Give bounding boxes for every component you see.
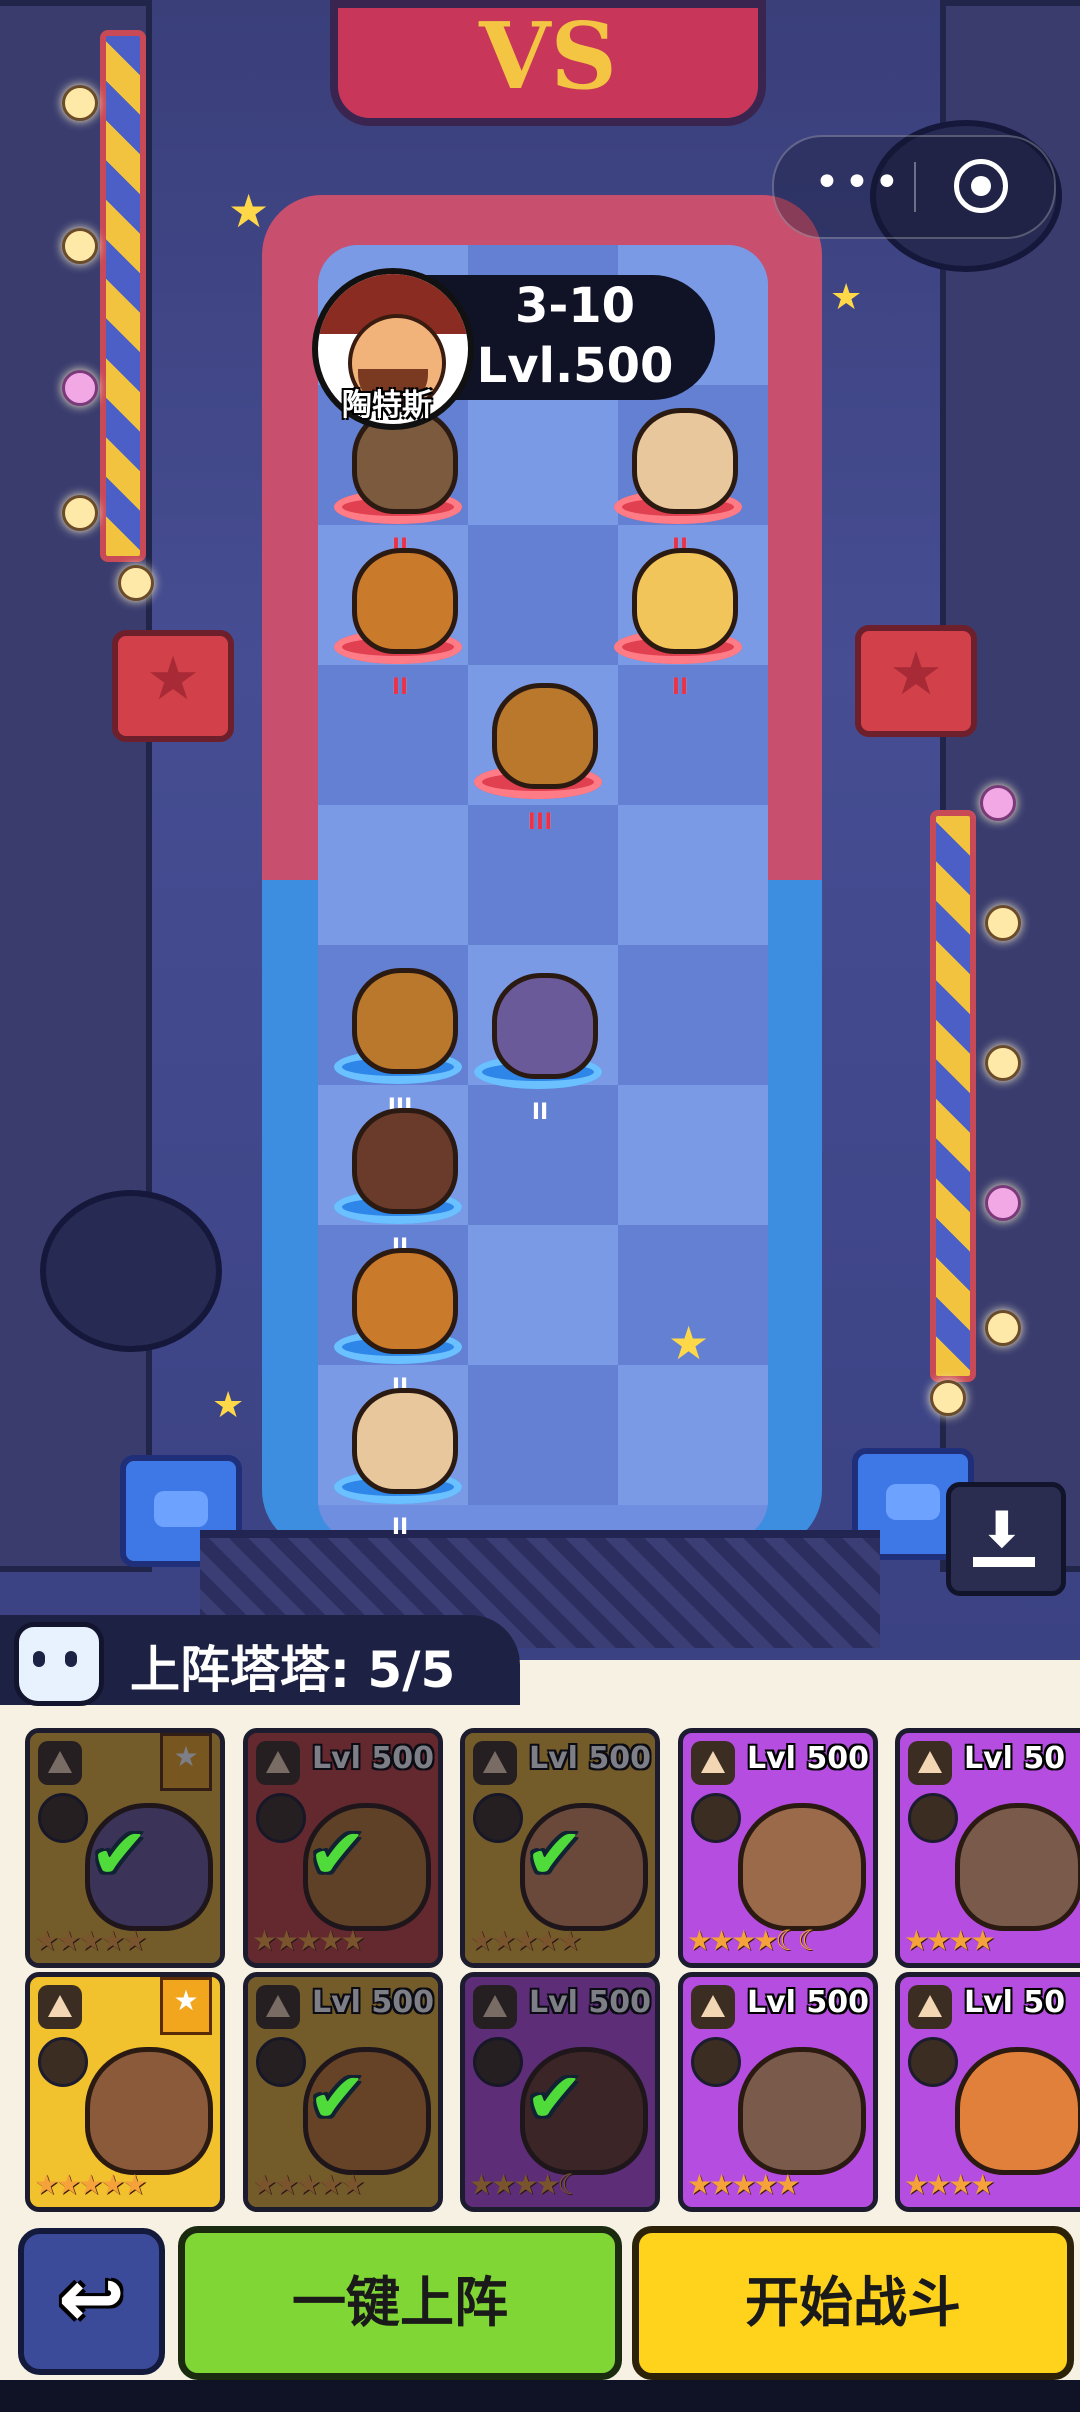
ally-unit-snake[interactable]: II <box>330 1370 470 1540</box>
stage-number: 3-10 <box>514 278 636 334</box>
role-icon <box>38 2037 88 2087</box>
star-rating: ★★★★★ <box>34 2168 148 2201</box>
card-level: Lvl 50 <box>964 1741 1066 1776</box>
checkmark-icon: ✔ <box>525 1813 584 1895</box>
stage-light-bulb <box>985 1310 1021 1346</box>
collect-button[interactable]: ⬇ <box>946 1482 1066 1596</box>
card-level: Lvl 500 <box>747 1985 870 2020</box>
star-decoration: ★ <box>228 184 270 238</box>
vs-sign: VS <box>330 0 766 126</box>
start-battle-button[interactable]: 开始战斗 <box>632 2226 1074 2380</box>
stage-light-bulb <box>985 1045 1021 1081</box>
vs-text: VS <box>479 2 617 110</box>
stage-light-bulb <box>985 905 1021 941</box>
opponent-level: Lvl.500 <box>476 338 674 394</box>
enemy-unit-snail[interactable]: II <box>610 530 750 700</box>
left-checkered-banner <box>100 30 146 562</box>
pet-card[interactable]: Lvl 500★★★★☾✔ <box>460 1972 660 2212</box>
star-rating: ★★★★ <box>904 1924 995 1957</box>
stage-light-bulb <box>62 228 98 264</box>
star-decoration: ★ <box>668 1316 710 1370</box>
close-target-icon[interactable] <box>954 159 1008 213</box>
stage-light-bulb <box>62 85 98 121</box>
class-triangle-icon <box>691 1741 735 1785</box>
role-icon <box>908 1793 958 1843</box>
class-triangle-icon <box>691 1985 735 2029</box>
ally-unit-boar[interactable]: II <box>330 1090 470 1260</box>
stage-light-bulb <box>62 495 98 531</box>
star-decoration: ★ <box>830 277 863 318</box>
star-decoration: ★ <box>212 1385 245 1426</box>
pet-card[interactable]: ★ ★★★★ <box>25 1972 225 2212</box>
pet-portrait <box>738 1803 866 1931</box>
lineup-count-label: 上阵塔塔: 5/5 <box>130 1641 456 1699</box>
stage-light-bulb <box>62 370 98 406</box>
miniprogram-capsule: ••• <box>772 135 1056 239</box>
pet-card[interactable]: Lvl 50 ★★★★ <box>895 1728 1080 1968</box>
favorite-flag-icon <box>160 1977 212 2035</box>
return-arrow-icon: ↩ <box>57 2252 126 2345</box>
checkmark-icon: ✔ <box>308 1813 367 1895</box>
class-triangle-icon <box>908 1741 952 1785</box>
star-rating: ★★★★★ <box>687 2168 801 2201</box>
opponent-name: 陶特斯 <box>342 388 432 423</box>
stage-light-bulb <box>980 785 1016 821</box>
download-arrow-icon: ⬇ <box>981 1501 1023 1559</box>
role-icon <box>691 2037 741 2087</box>
unit-rank: II <box>531 1100 549 1125</box>
auto-deploy-button[interactable]: 一键上阵 <box>178 2226 622 2380</box>
unit-rank: II <box>391 1515 409 1540</box>
pet-card[interactable]: Lvl 500★★★★★✔ <box>460 1728 660 1968</box>
enemy-unit-lantern-bear[interactable]: II <box>330 530 470 700</box>
enemy-unit-snake[interactable]: II <box>610 390 750 560</box>
star-rating: ★★★★☾☾ <box>687 1924 823 1957</box>
cat-robot-icon <box>14 1622 104 1706</box>
red-star-block <box>112 630 234 742</box>
enemy-unit-stegosaurus[interactable]: III <box>470 665 610 835</box>
class-triangle-icon <box>908 1985 952 2029</box>
pet-portrait <box>85 2047 213 2175</box>
unit-rank: II <box>391 675 409 700</box>
checkmark-icon: ✔ <box>308 2057 367 2139</box>
stage-light-bulb <box>118 565 154 601</box>
checkmark-icon: ✔ <box>525 2057 584 2139</box>
pet-card[interactable]: ★★★★★✔ <box>25 1728 225 1968</box>
pet-card[interactable]: Lvl 500★★★★★✔ <box>243 1972 443 2212</box>
card-level: Lvl 50 <box>964 1985 1066 2020</box>
class-triangle-icon <box>38 1985 82 2029</box>
pet-card[interactable]: Lvl 500 ★★★★★ <box>678 1972 878 2212</box>
star-rating: ★★★★ <box>904 2168 995 2201</box>
battle-arena: VS ★ ★ ★ ★ II II II II III <box>0 0 1080 1660</box>
stage-light-bulb <box>985 1185 1021 1221</box>
ally-unit-lantern-bear[interactable]: II <box>330 1230 470 1400</box>
back-button[interactable]: ↩ <box>18 2228 165 2375</box>
card-level: Lvl 500 <box>747 1741 870 1776</box>
role-icon <box>691 1793 741 1843</box>
auto-deploy-label: 一键上阵 <box>292 2271 508 2334</box>
more-options-icon[interactable]: ••• <box>814 157 904 208</box>
pet-card[interactable]: Lvl 500 ★★★★☾☾ <box>678 1728 878 1968</box>
unit-rank: III <box>527 810 553 835</box>
spotlight-left <box>40 1190 222 1352</box>
pet-portrait <box>738 2047 866 2175</box>
unit-rank: II <box>671 675 689 700</box>
checkmark-icon: ✔ <box>90 1813 149 1895</box>
role-icon <box>908 2037 958 2087</box>
red-star-block <box>855 625 977 737</box>
bottom-strip <box>0 2380 1080 2412</box>
right-checkered-banner <box>930 810 976 1382</box>
start-battle-label: 开始战斗 <box>745 2271 961 2334</box>
ally-unit-stegosaurus[interactable]: III <box>330 950 470 1120</box>
ally-unit-dinosaur[interactable]: II <box>470 955 610 1125</box>
pet-card[interactable]: Lvl 500★★★★★✔ <box>243 1728 443 1968</box>
pet-card[interactable]: Lvl 50 ★★★★ <box>895 1972 1080 2212</box>
pet-portrait <box>955 1803 1080 1931</box>
pet-portrait <box>955 2047 1080 2175</box>
stage-light-bulb <box>930 1380 966 1416</box>
